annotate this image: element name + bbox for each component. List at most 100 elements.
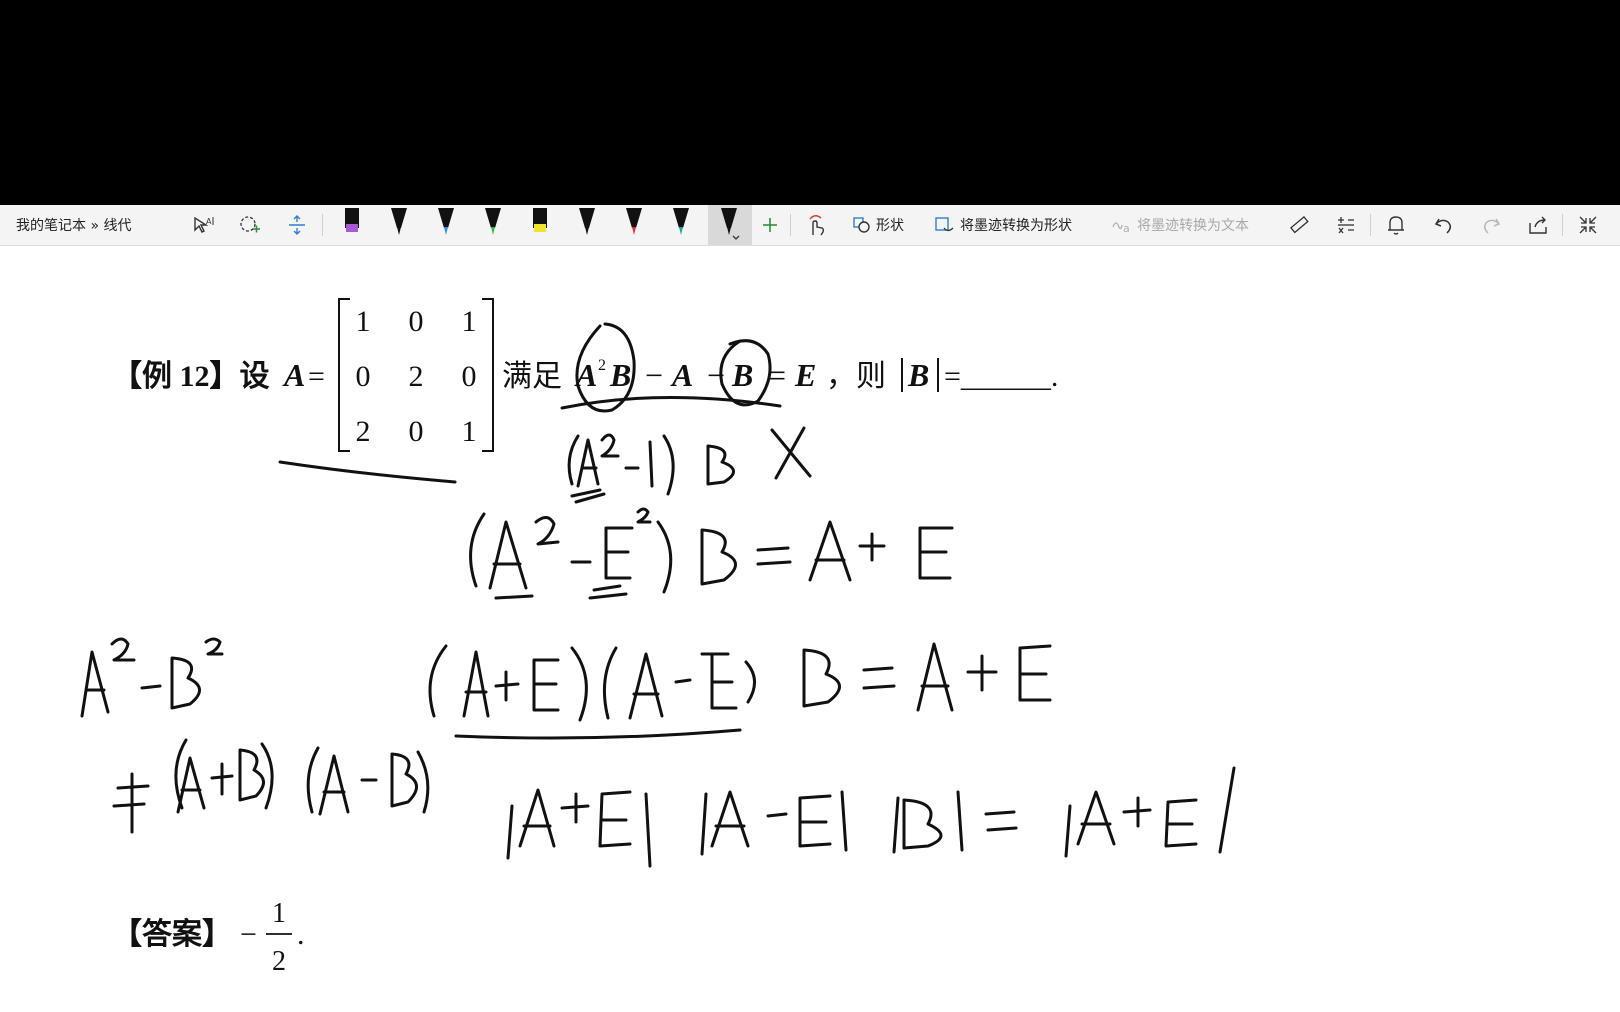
ink-underline-matrix — [278, 460, 457, 484]
ink-underline-equation — [560, 395, 782, 410]
note-page: 【例 12】设 A = 1 0 1 0 2 0 2 0 1 满足 A 2 B −… — [80, 298, 1236, 977]
ink-to-shape-icon — [935, 217, 954, 232]
answer-line: 【答案】 − 1 2 . — [112, 898, 305, 977]
redo-icon — [1484, 218, 1501, 234]
touch-draw-icon — [809, 215, 825, 236]
toolbar-separator — [790, 214, 791, 236]
matrix-cell: 1 — [462, 415, 477, 448]
lasso-select-button[interactable]: A — [190, 205, 218, 245]
svg-text:a: a — [1123, 222, 1130, 235]
equals-sign: = — [308, 360, 325, 393]
shapes-label: 形状 — [876, 218, 904, 234]
shapes-icon — [853, 217, 870, 233]
answer-label: 【答案】 — [112, 917, 232, 951]
eq-term: A — [670, 357, 693, 393]
matrix-right-bracket — [482, 298, 494, 452]
eq-term: 2 — [598, 357, 606, 374]
pen-5-button[interactable] — [524, 205, 556, 245]
insert-space-button[interactable] — [283, 205, 311, 245]
share-icon — [1529, 216, 1547, 234]
det-var: B — [907, 357, 929, 393]
answer-end: . — [297, 918, 305, 951]
matrix-cell: 0 — [409, 305, 424, 338]
answer-denominator: 2 — [272, 946, 286, 977]
ink-to-text-label: 将墨迹转换为文本 — [1137, 218, 1249, 234]
answer-sign: − — [240, 918, 257, 951]
pen-icon — [673, 208, 689, 235]
condition-prefix: 满足 — [502, 360, 562, 393]
shapes-button[interactable]: 形状 — [852, 205, 904, 245]
ink-line-1 — [567, 426, 812, 504]
matrix-entries: 1 0 1 0 2 0 2 0 1 — [356, 305, 477, 448]
answer-blank: =______. — [944, 360, 1058, 393]
matrix-cell: 2 — [409, 360, 424, 393]
problem-statement: 【例 12】设 A = 1 0 1 0 2 0 2 0 1 满足 A 2 B −… — [112, 298, 1058, 452]
ink-line-2 — [469, 507, 954, 600]
ink-factored-difference — [112, 738, 430, 834]
answer-numerator: 1 — [272, 898, 286, 929]
ink-to-text-icon: a — [1112, 222, 1130, 235]
pen-icon — [438, 208, 454, 235]
highlighter-icon — [533, 208, 547, 232]
pen-1-button[interactable] — [336, 205, 368, 245]
undo-button[interactable] — [1430, 205, 1458, 245]
share-button[interactable] — [1524, 205, 1552, 245]
pen-2-button[interactable] — [383, 205, 415, 245]
add-pen-button[interactable] — [758, 205, 782, 245]
eq-term: B — [731, 357, 753, 393]
pen-icon — [391, 208, 407, 235]
pen-9-button[interactable] — [708, 205, 752, 245]
handwritten-ink — [80, 322, 1236, 868]
pen-icon — [721, 208, 740, 240]
math-button[interactable] — [1332, 205, 1360, 245]
notifications-button[interactable] — [1382, 205, 1410, 245]
matrix-cell: 0 — [462, 360, 477, 393]
math-icon — [1338, 217, 1354, 234]
insert-space-icon — [289, 215, 305, 235]
example-label: 【例 12】设 — [112, 360, 270, 393]
pen-icon — [485, 208, 501, 235]
toolbar-separator — [1562, 214, 1563, 236]
ruler-button[interactable] — [1285, 205, 1313, 245]
pen-6-button[interactable] — [571, 205, 603, 245]
ink-to-shape-button[interactable]: 将墨迹转换为形状 — [934, 205, 1072, 245]
matrix-cell: 0 — [409, 415, 424, 448]
then-text: ，则 — [826, 360, 886, 393]
toolbar-separator — [322, 214, 323, 236]
onenote-draw-toolbar: 我的笔记本 » 线代 A 形状 将墨迹转换为形状 a 将墨迹转换为文本 — [0, 205, 1620, 246]
collapse-button[interactable] — [1574, 205, 1602, 245]
eq-term: B — [609, 357, 631, 393]
draw-with-touch-button[interactable] — [802, 205, 830, 245]
eq-term: E — [794, 357, 816, 393]
matrix-cell: 2 — [356, 415, 371, 448]
ink-to-text-button[interactable]: a 将墨迹转换为文本 — [1110, 205, 1249, 245]
lasso-select-icon: A — [194, 216, 214, 233]
matrix-name: A — [282, 357, 305, 393]
pen-8-button[interactable] — [665, 205, 697, 245]
matrix-cell: 0 — [356, 360, 371, 393]
pen-icon — [626, 208, 642, 235]
matrix-cell: 1 — [462, 305, 477, 338]
ruler-icon — [1290, 216, 1309, 234]
breadcrumb-text: 我的笔记本 » 线代 — [16, 218, 132, 234]
condition-equation: A 2 B − A − B = E — [574, 357, 816, 393]
bell-icon — [1388, 216, 1404, 235]
toolbar-separator — [1370, 214, 1371, 236]
svg-text:A: A — [206, 217, 212, 226]
pen-icon — [579, 208, 595, 235]
add-space-button[interactable] — [236, 205, 264, 245]
matrix-cell: 1 — [356, 305, 371, 338]
notebook-breadcrumb[interactable]: 我的笔记本 » 线代 — [16, 205, 131, 245]
note-canvas[interactable]: 【例 12】设 A = 1 0 1 0 2 0 2 0 1 满足 A 2 B −… — [0, 246, 1620, 1012]
pen-4-button[interactable] — [477, 205, 509, 245]
highlighter-icon — [345, 208, 359, 232]
video-letterbox — [0, 0, 1620, 205]
collapse-icon — [1579, 216, 1597, 234]
ink-line-3 — [428, 642, 1052, 740]
ink-a2-minus-b2 — [80, 637, 224, 718]
eq-term: − — [645, 357, 663, 393]
pen-7-button[interactable] — [618, 205, 650, 245]
pen-3-button[interactable] — [430, 205, 462, 245]
redo-button[interactable] — [1477, 205, 1505, 245]
ink-to-shape-label: 将墨迹转换为形状 — [960, 218, 1072, 234]
